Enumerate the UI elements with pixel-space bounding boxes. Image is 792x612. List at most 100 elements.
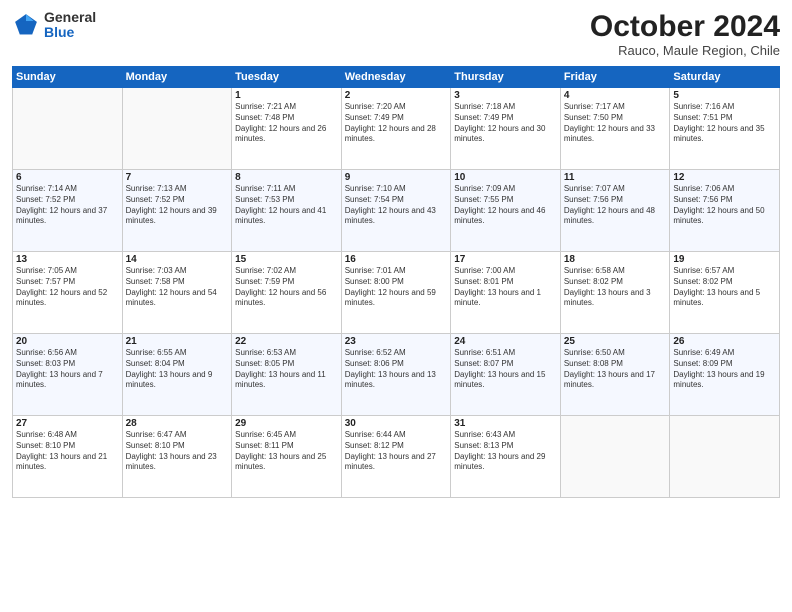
day-info: Sunrise: 6:49 AM Sunset: 8:09 PM Dayligh… — [673, 348, 776, 391]
day-info: Sunrise: 6:57 AM Sunset: 8:02 PM Dayligh… — [673, 266, 776, 309]
calendar-cell: 19Sunrise: 6:57 AM Sunset: 8:02 PM Dayli… — [670, 252, 780, 334]
day-number: 23 — [345, 336, 448, 347]
calendar-cell — [670, 416, 780, 498]
day-info: Sunrise: 6:47 AM Sunset: 8:10 PM Dayligh… — [126, 430, 229, 473]
calendar-cell: 12Sunrise: 7:06 AM Sunset: 7:56 PM Dayli… — [670, 170, 780, 252]
day-info: Sunrise: 7:13 AM Sunset: 7:52 PM Dayligh… — [126, 184, 229, 227]
day-info: Sunrise: 7:02 AM Sunset: 7:59 PM Dayligh… — [235, 266, 338, 309]
day-number: 5 — [673, 90, 776, 101]
calendar-cell: 23Sunrise: 6:52 AM Sunset: 8:06 PM Dayli… — [341, 334, 451, 416]
calendar-cell: 24Sunrise: 6:51 AM Sunset: 8:07 PM Dayli… — [451, 334, 561, 416]
day-number: 19 — [673, 254, 776, 265]
calendar-week-row: 6Sunrise: 7:14 AM Sunset: 7:52 PM Daylig… — [13, 170, 780, 252]
title-block: October 2024 Rauco, Maule Region, Chile — [590, 10, 780, 58]
calendar-week-row: 20Sunrise: 6:56 AM Sunset: 8:03 PM Dayli… — [13, 334, 780, 416]
day-info: Sunrise: 7:14 AM Sunset: 7:52 PM Dayligh… — [16, 184, 119, 227]
calendar-cell: 20Sunrise: 6:56 AM Sunset: 8:03 PM Dayli… — [13, 334, 123, 416]
month-title: October 2024 — [590, 10, 780, 43]
day-info: Sunrise: 7:21 AM Sunset: 7:48 PM Dayligh… — [235, 102, 338, 145]
day-number: 10 — [454, 172, 557, 183]
calendar-cell: 7Sunrise: 7:13 AM Sunset: 7:52 PM Daylig… — [122, 170, 232, 252]
day-number: 12 — [673, 172, 776, 183]
calendar-cell: 8Sunrise: 7:11 AM Sunset: 7:53 PM Daylig… — [232, 170, 342, 252]
day-number: 15 — [235, 254, 338, 265]
day-number: 26 — [673, 336, 776, 347]
calendar-cell: 22Sunrise: 6:53 AM Sunset: 8:05 PM Dayli… — [232, 334, 342, 416]
day-number: 8 — [235, 172, 338, 183]
day-info: Sunrise: 7:17 AM Sunset: 7:50 PM Dayligh… — [564, 102, 667, 145]
logo-general: General — [44, 10, 96, 25]
weekday-header: Wednesday — [341, 67, 451, 88]
day-number: 27 — [16, 418, 119, 429]
logo-text: General Blue — [44, 10, 96, 41]
calendar-cell: 6Sunrise: 7:14 AM Sunset: 7:52 PM Daylig… — [13, 170, 123, 252]
calendar-cell: 10Sunrise: 7:09 AM Sunset: 7:55 PM Dayli… — [451, 170, 561, 252]
weekday-header: Tuesday — [232, 67, 342, 88]
day-number: 6 — [16, 172, 119, 183]
calendar-cell: 5Sunrise: 7:16 AM Sunset: 7:51 PM Daylig… — [670, 88, 780, 170]
calendar-cell: 27Sunrise: 6:48 AM Sunset: 8:10 PM Dayli… — [13, 416, 123, 498]
day-info: Sunrise: 7:18 AM Sunset: 7:49 PM Dayligh… — [454, 102, 557, 145]
day-info: Sunrise: 6:50 AM Sunset: 8:08 PM Dayligh… — [564, 348, 667, 391]
day-number: 24 — [454, 336, 557, 347]
logo-blue: Blue — [44, 25, 96, 40]
day-number: 31 — [454, 418, 557, 429]
day-number: 25 — [564, 336, 667, 347]
day-number: 29 — [235, 418, 338, 429]
calendar-cell: 9Sunrise: 7:10 AM Sunset: 7:54 PM Daylig… — [341, 170, 451, 252]
day-number: 30 — [345, 418, 448, 429]
calendar-cell — [122, 88, 232, 170]
day-info: Sunrise: 6:52 AM Sunset: 8:06 PM Dayligh… — [345, 348, 448, 391]
day-number: 3 — [454, 90, 557, 101]
day-info: Sunrise: 6:55 AM Sunset: 8:04 PM Dayligh… — [126, 348, 229, 391]
day-number: 7 — [126, 172, 229, 183]
day-number: 20 — [16, 336, 119, 347]
calendar-week-row: 13Sunrise: 7:05 AM Sunset: 7:57 PM Dayli… — [13, 252, 780, 334]
calendar-cell: 11Sunrise: 7:07 AM Sunset: 7:56 PM Dayli… — [560, 170, 670, 252]
day-number: 11 — [564, 172, 667, 183]
day-number: 2 — [345, 90, 448, 101]
day-info: Sunrise: 7:06 AM Sunset: 7:56 PM Dayligh… — [673, 184, 776, 227]
day-number: 9 — [345, 172, 448, 183]
weekday-header-row: SundayMondayTuesdayWednesdayThursdayFrid… — [13, 67, 780, 88]
calendar-cell: 18Sunrise: 6:58 AM Sunset: 8:02 PM Dayli… — [560, 252, 670, 334]
calendar-cell — [13, 88, 123, 170]
calendar-cell: 26Sunrise: 6:49 AM Sunset: 8:09 PM Dayli… — [670, 334, 780, 416]
day-number: 14 — [126, 254, 229, 265]
weekday-header: Saturday — [670, 67, 780, 88]
calendar-cell: 31Sunrise: 6:43 AM Sunset: 8:13 PM Dayli… — [451, 416, 561, 498]
weekday-header: Thursday — [451, 67, 561, 88]
calendar-cell: 2Sunrise: 7:20 AM Sunset: 7:49 PM Daylig… — [341, 88, 451, 170]
calendar-cell: 4Sunrise: 7:17 AM Sunset: 7:50 PM Daylig… — [560, 88, 670, 170]
calendar-week-row: 27Sunrise: 6:48 AM Sunset: 8:10 PM Dayli… — [13, 416, 780, 498]
weekday-header: Friday — [560, 67, 670, 88]
subtitle: Rauco, Maule Region, Chile — [590, 43, 780, 58]
day-info: Sunrise: 6:44 AM Sunset: 8:12 PM Dayligh… — [345, 430, 448, 473]
logo-icon — [12, 11, 40, 39]
calendar-cell: 14Sunrise: 7:03 AM Sunset: 7:58 PM Dayli… — [122, 252, 232, 334]
header: General Blue October 2024 Rauco, Maule R… — [12, 10, 780, 58]
day-info: Sunrise: 6:48 AM Sunset: 8:10 PM Dayligh… — [16, 430, 119, 473]
day-info: Sunrise: 6:43 AM Sunset: 8:13 PM Dayligh… — [454, 430, 557, 473]
day-number: 21 — [126, 336, 229, 347]
calendar-cell: 16Sunrise: 7:01 AM Sunset: 8:00 PM Dayli… — [341, 252, 451, 334]
day-number: 18 — [564, 254, 667, 265]
day-info: Sunrise: 7:03 AM Sunset: 7:58 PM Dayligh… — [126, 266, 229, 309]
weekday-header: Sunday — [13, 67, 123, 88]
day-info: Sunrise: 7:20 AM Sunset: 7:49 PM Dayligh… — [345, 102, 448, 145]
day-number: 4 — [564, 90, 667, 101]
day-number: 22 — [235, 336, 338, 347]
day-info: Sunrise: 7:07 AM Sunset: 7:56 PM Dayligh… — [564, 184, 667, 227]
day-number: 1 — [235, 90, 338, 101]
logo: General Blue — [12, 10, 96, 41]
day-info: Sunrise: 7:05 AM Sunset: 7:57 PM Dayligh… — [16, 266, 119, 309]
calendar-container: General Blue October 2024 Rauco, Maule R… — [0, 0, 792, 612]
calendar-cell: 13Sunrise: 7:05 AM Sunset: 7:57 PM Dayli… — [13, 252, 123, 334]
day-info: Sunrise: 7:10 AM Sunset: 7:54 PM Dayligh… — [345, 184, 448, 227]
day-info: Sunrise: 6:58 AM Sunset: 8:02 PM Dayligh… — [564, 266, 667, 309]
day-number: 16 — [345, 254, 448, 265]
day-info: Sunrise: 6:53 AM Sunset: 8:05 PM Dayligh… — [235, 348, 338, 391]
day-info: Sunrise: 6:45 AM Sunset: 8:11 PM Dayligh… — [235, 430, 338, 473]
calendar-week-row: 1Sunrise: 7:21 AM Sunset: 7:48 PM Daylig… — [13, 88, 780, 170]
day-info: Sunrise: 7:01 AM Sunset: 8:00 PM Dayligh… — [345, 266, 448, 309]
